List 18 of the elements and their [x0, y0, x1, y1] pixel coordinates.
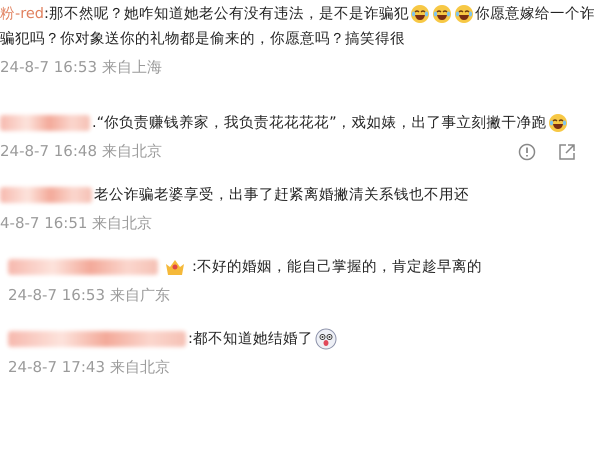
comment-time-location: 24-8-7 16:53 来自上海 — [0, 58, 162, 77]
share-icon[interactable] — [558, 142, 576, 160]
comment-text: :都不知道她结婚了 — [8, 327, 602, 352]
laughing-emoji-icon — [548, 113, 568, 134]
comment-time-location: 4-8-7 16:51 来自北京 — [0, 214, 152, 233]
comment-text: :不好的婚姻，能自己掌握的，肯定趁早离的 — [8, 255, 602, 280]
comment-time-location: 24-8-7 16:48 来自北京 — [0, 142, 162, 161]
comment-text: 老公诈骗老婆享受，出事了赶紧离婚撇清关系钱也不用还 — [0, 183, 602, 208]
laughing-emoji-icon — [410, 4, 430, 24]
comment-time-location: 24-8-7 16:53 来自广东 — [8, 286, 170, 305]
laughing-emoji-icon — [454, 4, 474, 24]
laughing-emoji-icon — [432, 4, 452, 24]
user-name[interactable]: 粉-red — [0, 6, 44, 22]
comment-text: 粉-red:那不然呢？她咋知道她老公有没有违法，是不是诈骗犯 你愿意嫁给一个诈骗犯吗？你对象送你的礼物都是偷来的，你愿意吗？搞笑得很 — [0, 3, 596, 49]
dog-face-emoji-icon — [314, 328, 337, 350]
comment-text: .“你负责赚钱养家，我负责花花花花”，戏如婊，出了事立刻撇干净跑 — [0, 111, 602, 136]
report-icon[interactable] — [518, 142, 536, 160]
comment-time-location: 24-8-7 17:43 来自北京 — [8, 358, 170, 377]
